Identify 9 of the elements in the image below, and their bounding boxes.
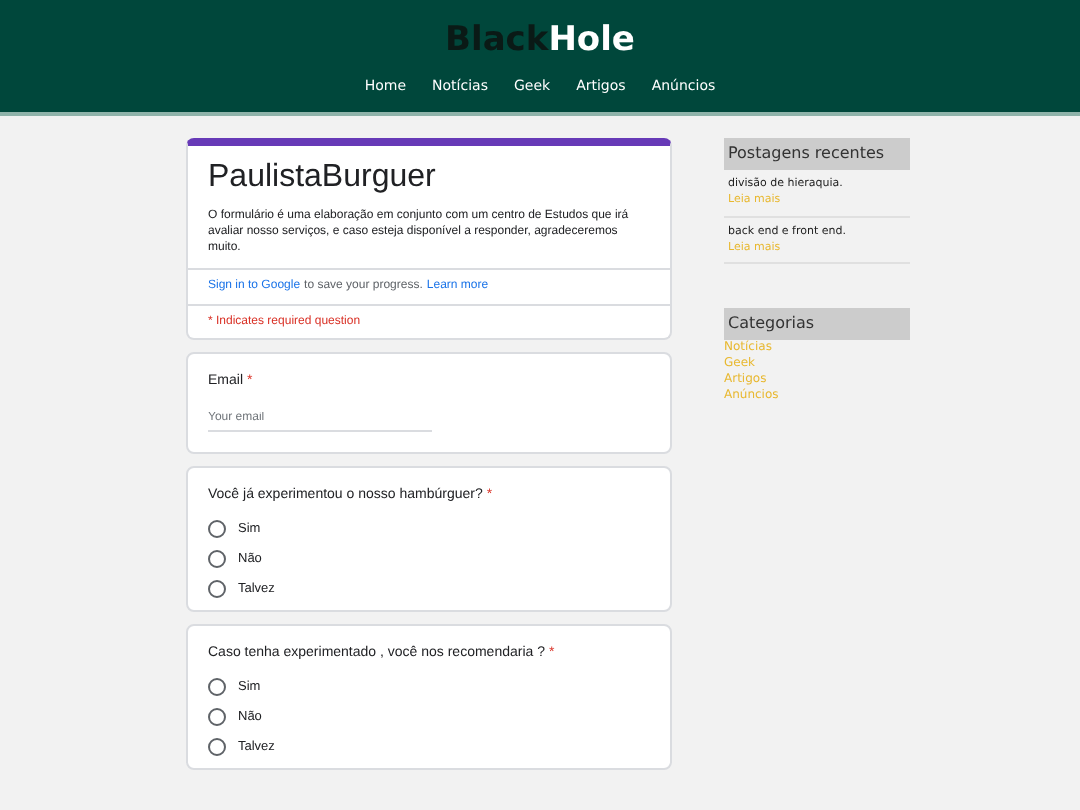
widget-title: Postagens recentes bbox=[724, 138, 910, 170]
radio-button[interactable] bbox=[208, 708, 226, 726]
radio-button[interactable] bbox=[208, 678, 226, 696]
radio-button[interactable] bbox=[208, 738, 226, 756]
form-title: PaulistaBurguer bbox=[208, 158, 438, 198]
radio-button[interactable] bbox=[208, 580, 226, 598]
radio-button[interactable] bbox=[208, 550, 226, 568]
radio-button[interactable] bbox=[208, 520, 226, 538]
widget-title: Categorias bbox=[724, 308, 910, 340]
